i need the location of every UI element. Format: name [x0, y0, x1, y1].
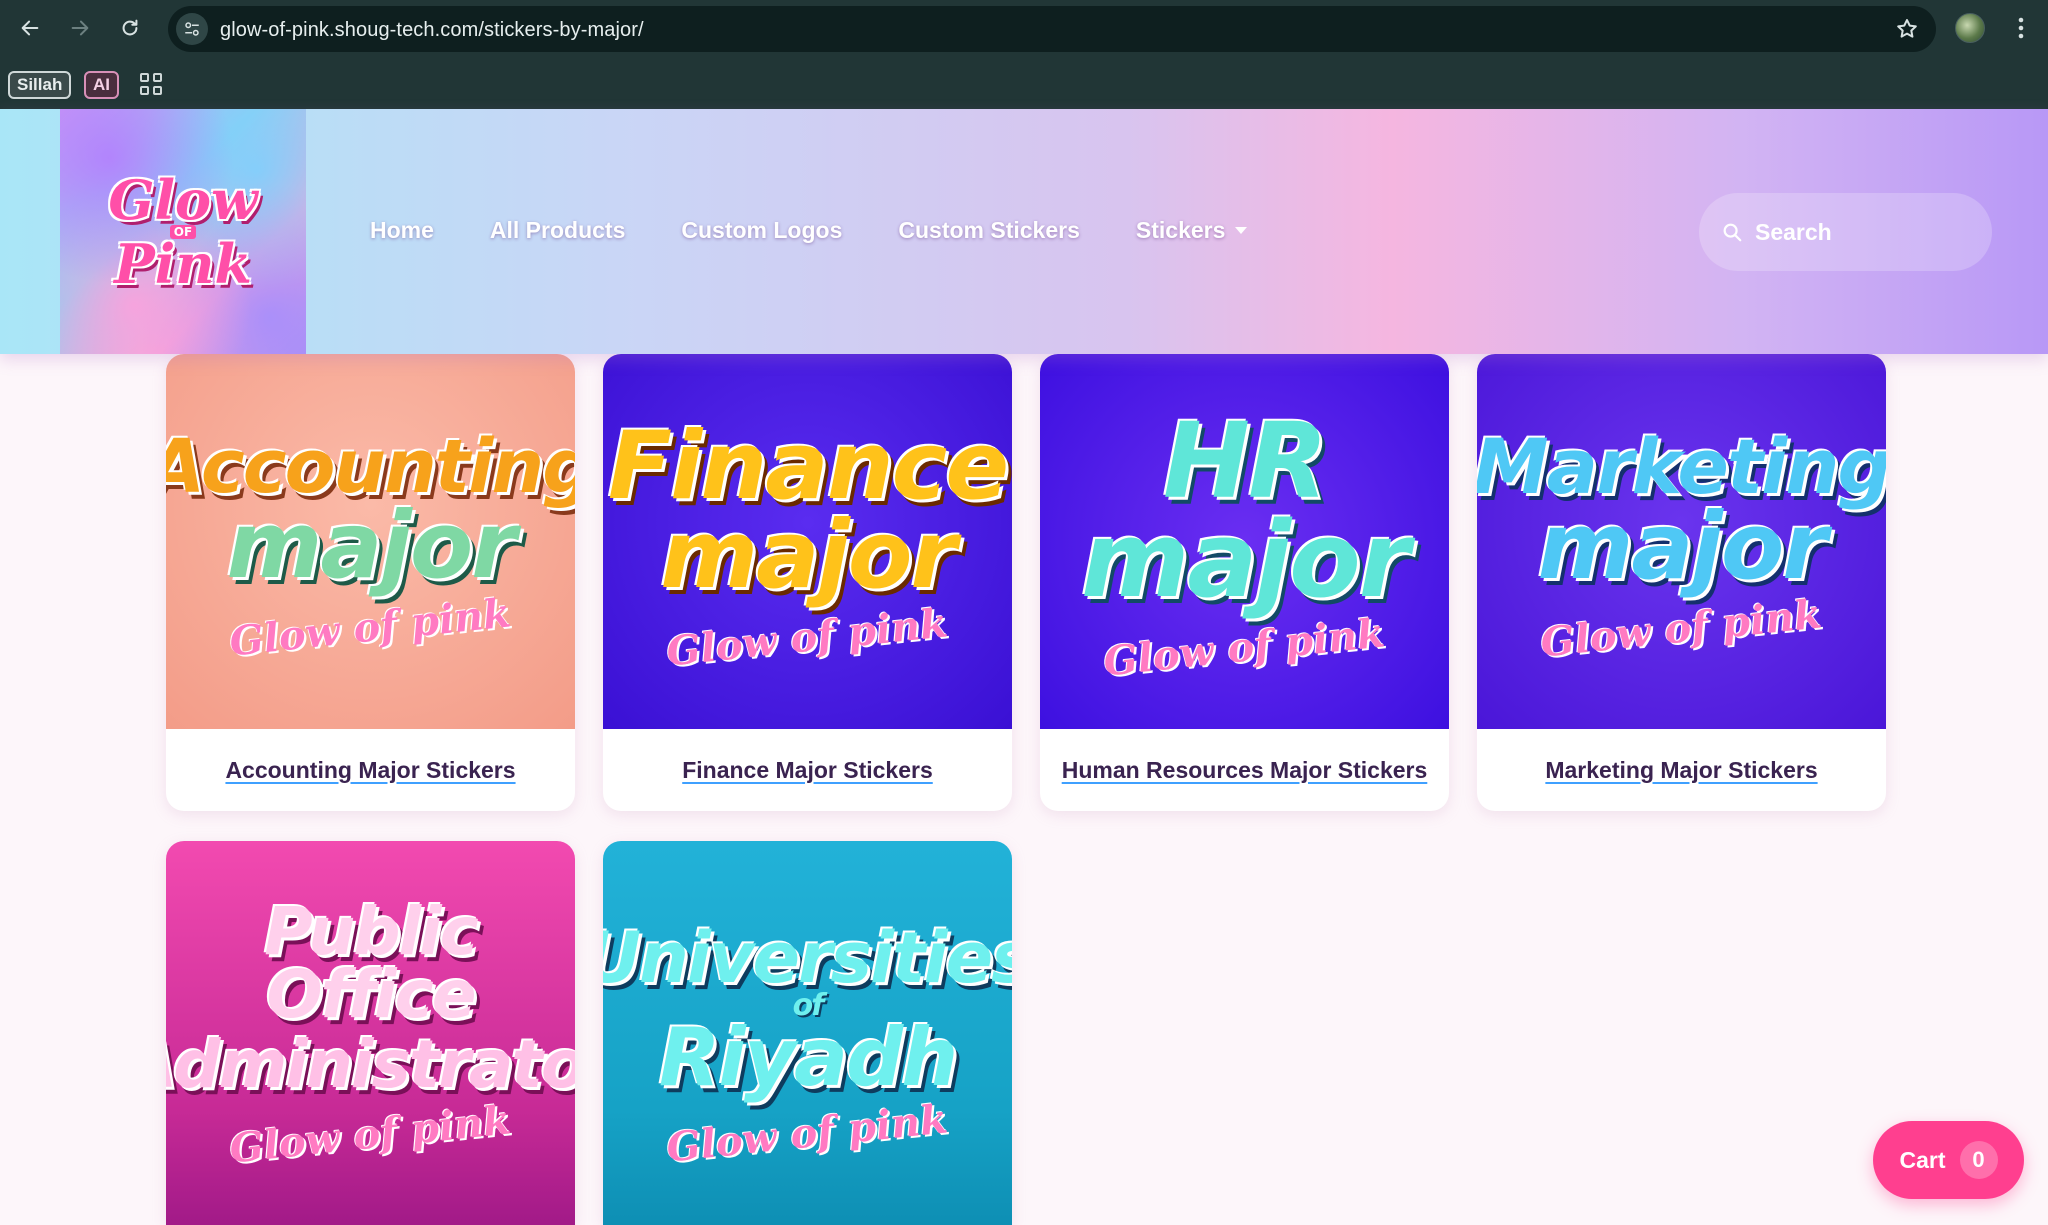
reload-icon [122, 19, 138, 36]
site-info-button[interactable] [176, 13, 208, 45]
product-image[interactable]: Public Office Administrator Glow of pink [166, 841, 575, 1225]
art-text-line1: HR [1162, 400, 1328, 523]
product-card[interactable]: HR major Glow of pink Human Resources Ma… [1040, 354, 1449, 811]
reload-button[interactable] [112, 10, 148, 46]
art-text-line1: Finance [607, 411, 1009, 521]
bookmark-sillah[interactable]: Sillah [8, 71, 72, 99]
nav-custom-stickers[interactable]: Custom Stickers [898, 217, 1080, 244]
nav-custom-logos[interactable]: Custom Logos [681, 217, 842, 244]
product-title-link[interactable]: Finance Major Stickers [682, 757, 933, 784]
url-text: glow-of-pink.shoug-tech.com/stickers-by-… [220, 19, 644, 41]
logo-text-glow: Glow [108, 167, 258, 232]
product-card[interactable]: Marketing major Glow of pink Marketing M… [1477, 354, 1886, 811]
art-text-line2: major [660, 501, 957, 610]
product-card[interactable]: Public Office Administrator Glow of pink [166, 841, 575, 1225]
art-text-line2: major [1537, 493, 1827, 601]
browser-menu-button[interactable] [2006, 10, 2036, 46]
site-logo[interactable]: Glow OF Pink [60, 109, 306, 354]
product-image[interactable]: Universities of Riyadh Glow of pink [603, 841, 1012, 1225]
nav-all-products[interactable]: All Products [490, 217, 625, 244]
profile-avatar[interactable] [1955, 13, 1985, 43]
art-text-brand: Glow of pink [227, 1096, 514, 1173]
back-button[interactable] [12, 10, 48, 46]
search-box[interactable] [1699, 193, 1992, 271]
nav-stickers-label: Stickers [1135, 217, 1226, 243]
art-text-line2: major [226, 492, 516, 600]
cart-count-badge: 0 [1959, 1141, 1998, 1179]
product-card[interactable]: Finance major Glow of pink Finance Major… [603, 354, 1012, 811]
apps-grid-icon[interactable] [138, 71, 164, 97]
art-text-brand: Glow of pink [227, 589, 514, 666]
product-card[interactable]: Accounting major Glow of pink Accounting… [166, 354, 575, 811]
nav-home[interactable]: Home [370, 217, 434, 244]
product-image[interactable]: Marketing major Glow of pink [1477, 354, 1886, 729]
product-title-link[interactable]: Accounting Major Stickers [225, 757, 515, 784]
art-text-brand: Glow of pink [1538, 590, 1825, 667]
art-text-line2: major [1081, 499, 1410, 621]
bookmark-ai[interactable]: AI [84, 71, 119, 99]
product-title-link[interactable]: Marketing Major Stickers [1545, 757, 1817, 784]
main-nav: Home All Products Custom Logos Custom St… [370, 217, 1303, 244]
art-text-line1: Universities [603, 917, 1012, 999]
forward-button[interactable] [62, 10, 98, 46]
product-image[interactable]: HR major Glow of pink [1040, 354, 1449, 729]
art-text-brand: Glow of pink [664, 1095, 951, 1172]
logo-text-pink: Pink [114, 231, 252, 296]
art-text-line2: Administrator [166, 1026, 575, 1104]
nav-stickers-dropdown[interactable]: Stickers [1136, 217, 1248, 244]
cart-button[interactable]: Cart 0 [1873, 1121, 2024, 1199]
art-text-line1: Public Office [264, 893, 479, 1033]
product-title-link[interactable]: Human Resources Major Stickers [1062, 757, 1428, 784]
address-bar[interactable]: glow-of-pink.shoug-tech.com/stickers-by-… [168, 6, 1936, 52]
cart-label: Cart [1899, 1146, 1946, 1173]
browser-chrome: glow-of-pink.shoug-tech.com/stickers-by-… [0, 0, 2048, 109]
bookmark-star-button[interactable] [1892, 14, 1922, 44]
search-icon [1721, 221, 1743, 243]
more-vertical-icon [2018, 17, 2024, 39]
search-input[interactable] [1755, 218, 1975, 246]
product-image[interactable]: Finance major Glow of pink [603, 354, 1012, 729]
product-card[interactable]: Universities of Riyadh Glow of pink [603, 841, 1012, 1225]
product-image[interactable]: Accounting major Glow of pink [166, 354, 575, 729]
site-header: Glow OF Pink Home All Products Custom Lo… [0, 109, 2048, 354]
tune-icon [185, 22, 199, 36]
art-text-brand: Glow of pink [664, 599, 951, 676]
caret-down-icon [1235, 227, 1248, 234]
star-icon [1897, 19, 1917, 38]
art-text-line2: Riyadh [658, 1011, 958, 1104]
arrow-right-icon [71, 20, 89, 36]
arrow-left-icon [21, 20, 39, 36]
